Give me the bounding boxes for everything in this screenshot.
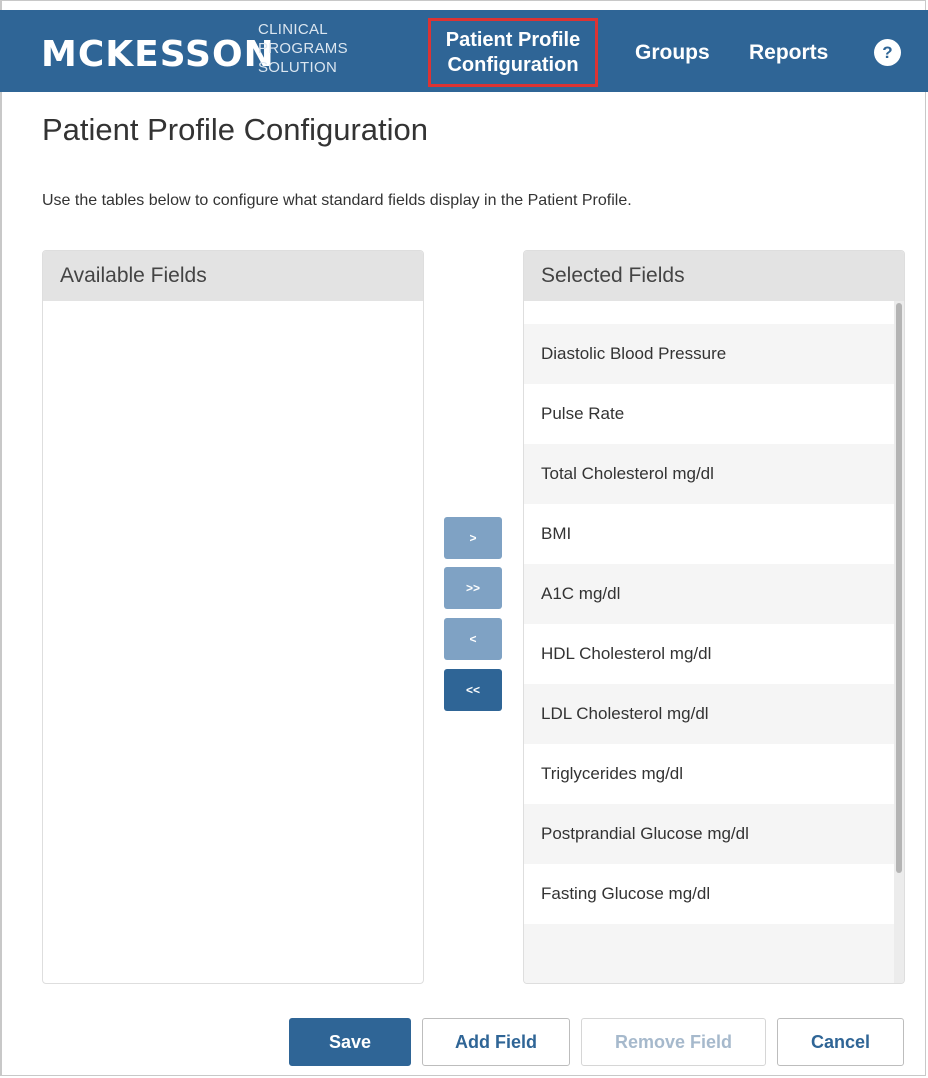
list-item[interactable]: LDL Cholesterol mg/dl [524,684,896,744]
help-icon[interactable]: ? [874,39,901,66]
selected-fields-header: Selected Fields [524,251,904,301]
selected-fields-scrollbar[interactable] [894,301,904,983]
top-navbar: MCKESSON CLINICAL PROGRAMS SOLUTION Pati… [0,10,928,92]
page-instructions: Use the tables below to configure what s… [42,192,632,209]
list-item[interactable]: Postprandial Glucose mg/dl [524,804,896,864]
nav-reports[interactable]: Reports [749,40,828,66]
nav-active-line-1: Patient Profile [445,29,581,51]
nav-patient-profile-configuration[interactable]: Patient Profile Configuration [428,18,598,87]
list-item[interactable]: HDL Cholesterol mg/dl [524,624,896,684]
list-item[interactable]: Triglycerides mg/dl [524,744,896,804]
list-item[interactable]: Total Cholesterol mg/dl [524,444,896,504]
selected-fields-list: Diastolic Blood Pressure Pulse Rate Tota… [524,301,896,983]
list-item[interactable]: Fasting Glucose mg/dl [524,864,896,924]
list-item[interactable] [524,301,896,324]
available-fields-panel: Available Fields [42,250,424,984]
remove-field-button[interactable]: Remove Field [581,1018,766,1066]
save-button[interactable]: Save [289,1018,411,1066]
nav-groups[interactable]: Groups [635,40,710,66]
add-field-button[interactable]: Add Field [422,1018,570,1066]
list-item[interactable]: Pulse Rate [524,384,896,444]
cancel-button[interactable]: Cancel [777,1018,904,1066]
product-subtitle-line-3: SOLUTION [258,59,338,76]
page-title: Patient Profile Configuration [42,112,429,147]
nav-active-line-2: Configuration [447,54,579,76]
scrollbar-thumb[interactable] [896,303,902,873]
list-item[interactable]: BMI [524,504,896,564]
list-item[interactable] [524,924,896,983]
product-subtitle: CLINICAL PROGRAMS SOLUTION [258,20,348,77]
move-left-button[interactable]: < [444,618,502,660]
move-all-right-button[interactable]: >> [444,567,502,609]
product-subtitle-line-1: CLINICAL [258,21,328,38]
mckesson-logo: MCKESSON [41,34,275,75]
move-right-button[interactable]: > [444,517,502,559]
list-item[interactable]: A1C mg/dl [524,564,896,624]
selected-fields-panel: Selected Fields Diastolic Blood Pressure… [523,250,905,984]
move-all-left-button[interactable]: << [444,669,502,711]
available-fields-header: Available Fields [43,251,423,301]
product-subtitle-line-2: PROGRAMS [258,40,348,57]
list-item[interactable]: Diastolic Blood Pressure [524,324,896,384]
